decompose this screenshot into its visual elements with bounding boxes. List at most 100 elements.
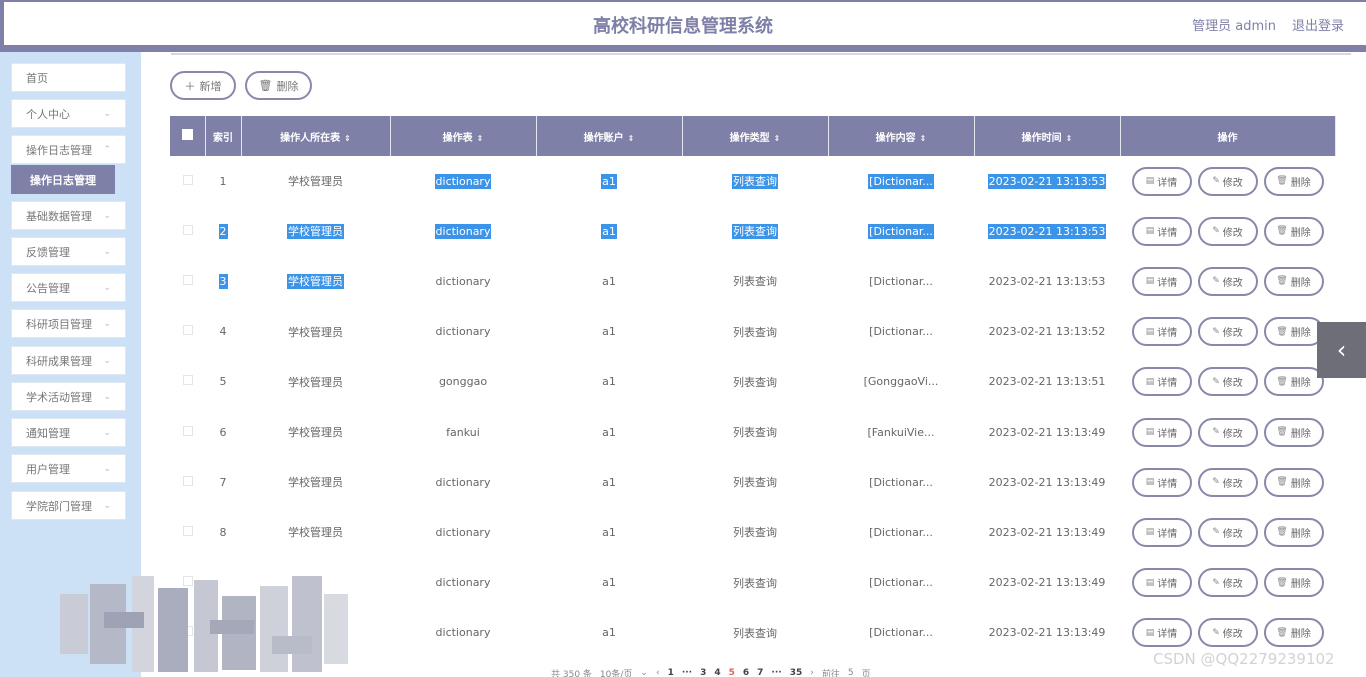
row-checkbox[interactable] xyxy=(182,224,193,235)
row-checkbox[interactable] xyxy=(182,274,193,285)
column-header-content[interactable]: 操作内容 ⇕ xyxy=(828,116,975,156)
select-all-checkbox[interactable] xyxy=(181,129,193,140)
column-header-user-table[interactable]: 操作人所在表 ⇕ xyxy=(241,116,391,156)
row-delete-button[interactable]: 🗑 删除 xyxy=(1263,317,1324,347)
detail-button[interactable]: ▤ 详情 xyxy=(1131,568,1192,598)
column-header-time[interactable]: 操作时间 ⇕ xyxy=(974,116,1121,156)
edit-button[interactable]: ✎ 修改 xyxy=(1197,266,1258,296)
detail-button[interactable]: ▤ 详情 xyxy=(1131,317,1192,347)
add-button[interactable]: ＋ 新增 xyxy=(170,71,236,100)
detail-button[interactable]: ▤ 详情 xyxy=(1131,417,1192,447)
row-delete-button[interactable]: 🗑 删除 xyxy=(1263,216,1324,246)
page-number[interactable]: 6 xyxy=(743,668,749,677)
row-select-cell[interactable] xyxy=(170,507,205,557)
sort-icon[interactable]: ⇕ xyxy=(774,134,781,143)
page-number[interactable]: 1 xyxy=(668,668,674,677)
row-select-cell[interactable] xyxy=(170,407,205,457)
sidebar-item-research-project[interactable]: 科研项目管理 ⌄ xyxy=(11,309,126,338)
sidebar-item-research-result[interactable]: 科研成果管理 ⌄ xyxy=(11,346,126,375)
sidebar-item-home[interactable]: 首页 xyxy=(11,63,126,92)
cell-text: 列表查询 xyxy=(733,576,777,590)
page-number-current[interactable]: 5 xyxy=(729,668,735,677)
row-checkbox[interactable] xyxy=(182,325,193,336)
sidebar-item-department[interactable]: 学院部门管理 ⌄ xyxy=(11,491,126,520)
sidebar-item-operation-log[interactable]: 操作日志管理 ⌃ xyxy=(11,135,126,164)
row-delete-button[interactable]: 🗑 删除 xyxy=(1263,166,1324,196)
sort-icon[interactable]: ⇕ xyxy=(477,134,484,143)
edit-button[interactable]: ✎ 修改 xyxy=(1197,317,1258,347)
sidebar-item-user[interactable]: 用户管理 ⌄ xyxy=(11,454,126,483)
page-ellipsis[interactable]: ··· xyxy=(682,668,692,677)
edit-button[interactable]: ✎ 修改 xyxy=(1197,216,1258,246)
sidebar-item-academic-activity[interactable]: 学术活动管理 ⌄ xyxy=(11,382,126,411)
cell-text: 2023-02-21 13:13:53 xyxy=(987,223,1107,239)
collapse-panel-button[interactable]: ‹ xyxy=(1317,322,1366,378)
row-select-cell[interactable] xyxy=(170,206,205,256)
row-delete-button[interactable]: 🗑 删除 xyxy=(1263,417,1324,447)
sidebar-item-feedback[interactable]: 反馈管理 ⌄ xyxy=(11,237,126,266)
row-delete-button[interactable]: 🗑 删除 xyxy=(1263,618,1324,648)
detail-button[interactable]: ▤ 详情 xyxy=(1131,517,1192,547)
cell-time: 2023-02-21 13:13:49 xyxy=(974,608,1120,658)
page-number[interactable]: 3 xyxy=(700,668,706,677)
sort-icon[interactable]: ⇕ xyxy=(628,134,635,143)
column-header-account[interactable]: 操作账户 ⇕ xyxy=(536,116,683,156)
edit-button[interactable]: ✎ 修改 xyxy=(1197,166,1258,196)
delete-button[interactable]: 🗑 删除 xyxy=(245,71,312,100)
row-checkbox[interactable] xyxy=(182,425,193,436)
page-number[interactable]: 4 xyxy=(714,668,720,677)
logout-link[interactable]: 退出登录 xyxy=(1292,15,1344,34)
page-number[interactable]: 7 xyxy=(757,668,763,677)
sidebar-item-notice[interactable]: 通知管理 ⌄ xyxy=(11,418,126,447)
row-checkbox[interactable] xyxy=(182,475,193,486)
row-delete-button[interactable]: 🗑 删除 xyxy=(1263,367,1324,397)
detail-button[interactable]: ▤ 详情 xyxy=(1131,266,1192,296)
next-page-icon[interactable]: › xyxy=(810,668,814,677)
edit-button[interactable]: ✎ 修改 xyxy=(1197,568,1258,598)
page-number[interactable]: 35 xyxy=(790,668,803,677)
detail-button-label: 详情 xyxy=(1157,378,1178,390)
row-select-cell[interactable] xyxy=(170,307,205,357)
edit-button[interactable]: ✎ 修改 xyxy=(1197,417,1258,447)
row-select-cell[interactable] xyxy=(170,457,205,507)
current-user[interactable]: 管理员 admin xyxy=(1192,15,1276,34)
cell-account: a1 xyxy=(536,156,682,206)
edit-button[interactable]: ✎ 修改 xyxy=(1197,467,1258,497)
edit-button[interactable]: ✎ 修改 xyxy=(1197,367,1258,397)
edit-button[interactable]: ✎ 修改 xyxy=(1197,618,1258,648)
detail-button[interactable]: ▤ 详情 xyxy=(1131,216,1192,246)
column-label: 操作内容 xyxy=(875,132,916,144)
row-delete-button[interactable]: 🗑 删除 xyxy=(1263,568,1324,598)
page-size-chevron-icon[interactable]: ⌄ xyxy=(640,668,648,677)
goto-input[interactable]: 5 xyxy=(848,668,854,677)
detail-button[interactable]: ▤ 详情 xyxy=(1131,367,1192,397)
row-delete-button[interactable]: 🗑 删除 xyxy=(1263,266,1324,296)
detail-button[interactable]: ▤ 详情 xyxy=(1131,618,1192,648)
row-select-cell[interactable] xyxy=(170,357,205,407)
row-checkbox[interactable] xyxy=(182,375,193,386)
row-select-cell[interactable] xyxy=(170,256,205,306)
row-delete-button-label: 删除 xyxy=(1290,528,1311,540)
row-delete-button-label: 删除 xyxy=(1290,378,1311,390)
sidebar-item-personal-center[interactable]: 个人中心 ⌄ xyxy=(11,99,126,128)
sidebar-subitem-operation-log[interactable]: 操作日志管理 xyxy=(11,165,115,194)
sort-icon[interactable]: ⇕ xyxy=(920,134,927,143)
row-select-cell[interactable] xyxy=(170,156,205,206)
row-delete-button[interactable]: 🗑 删除 xyxy=(1263,467,1324,497)
sort-icon[interactable]: ⇕ xyxy=(1066,134,1073,143)
page-ellipsis[interactable]: ··· xyxy=(771,668,781,677)
sidebar-item-announcement[interactable]: 公告管理 ⌄ xyxy=(11,273,126,302)
detail-button[interactable]: ▤ 详情 xyxy=(1131,467,1192,497)
row-checkbox[interactable] xyxy=(182,174,193,185)
column-header-table[interactable]: 操作表 ⇕ xyxy=(390,116,537,156)
edit-button[interactable]: ✎ 修改 xyxy=(1197,517,1258,547)
sidebar-item-basic-data[interactable]: 基础数据管理 ⌄ xyxy=(11,201,126,230)
page-size-select[interactable]: 10条/页 xyxy=(600,667,633,677)
row-checkbox[interactable] xyxy=(182,525,193,536)
row-delete-button[interactable]: 🗑 删除 xyxy=(1263,517,1324,547)
detail-button[interactable]: ▤ 详情 xyxy=(1131,166,1192,196)
sort-icon[interactable]: ⇕ xyxy=(344,134,351,143)
select-all-header[interactable] xyxy=(170,116,206,156)
column-header-type[interactable]: 操作类型 ⇕ xyxy=(682,116,829,156)
prev-page-icon[interactable]: ‹ xyxy=(656,668,660,677)
